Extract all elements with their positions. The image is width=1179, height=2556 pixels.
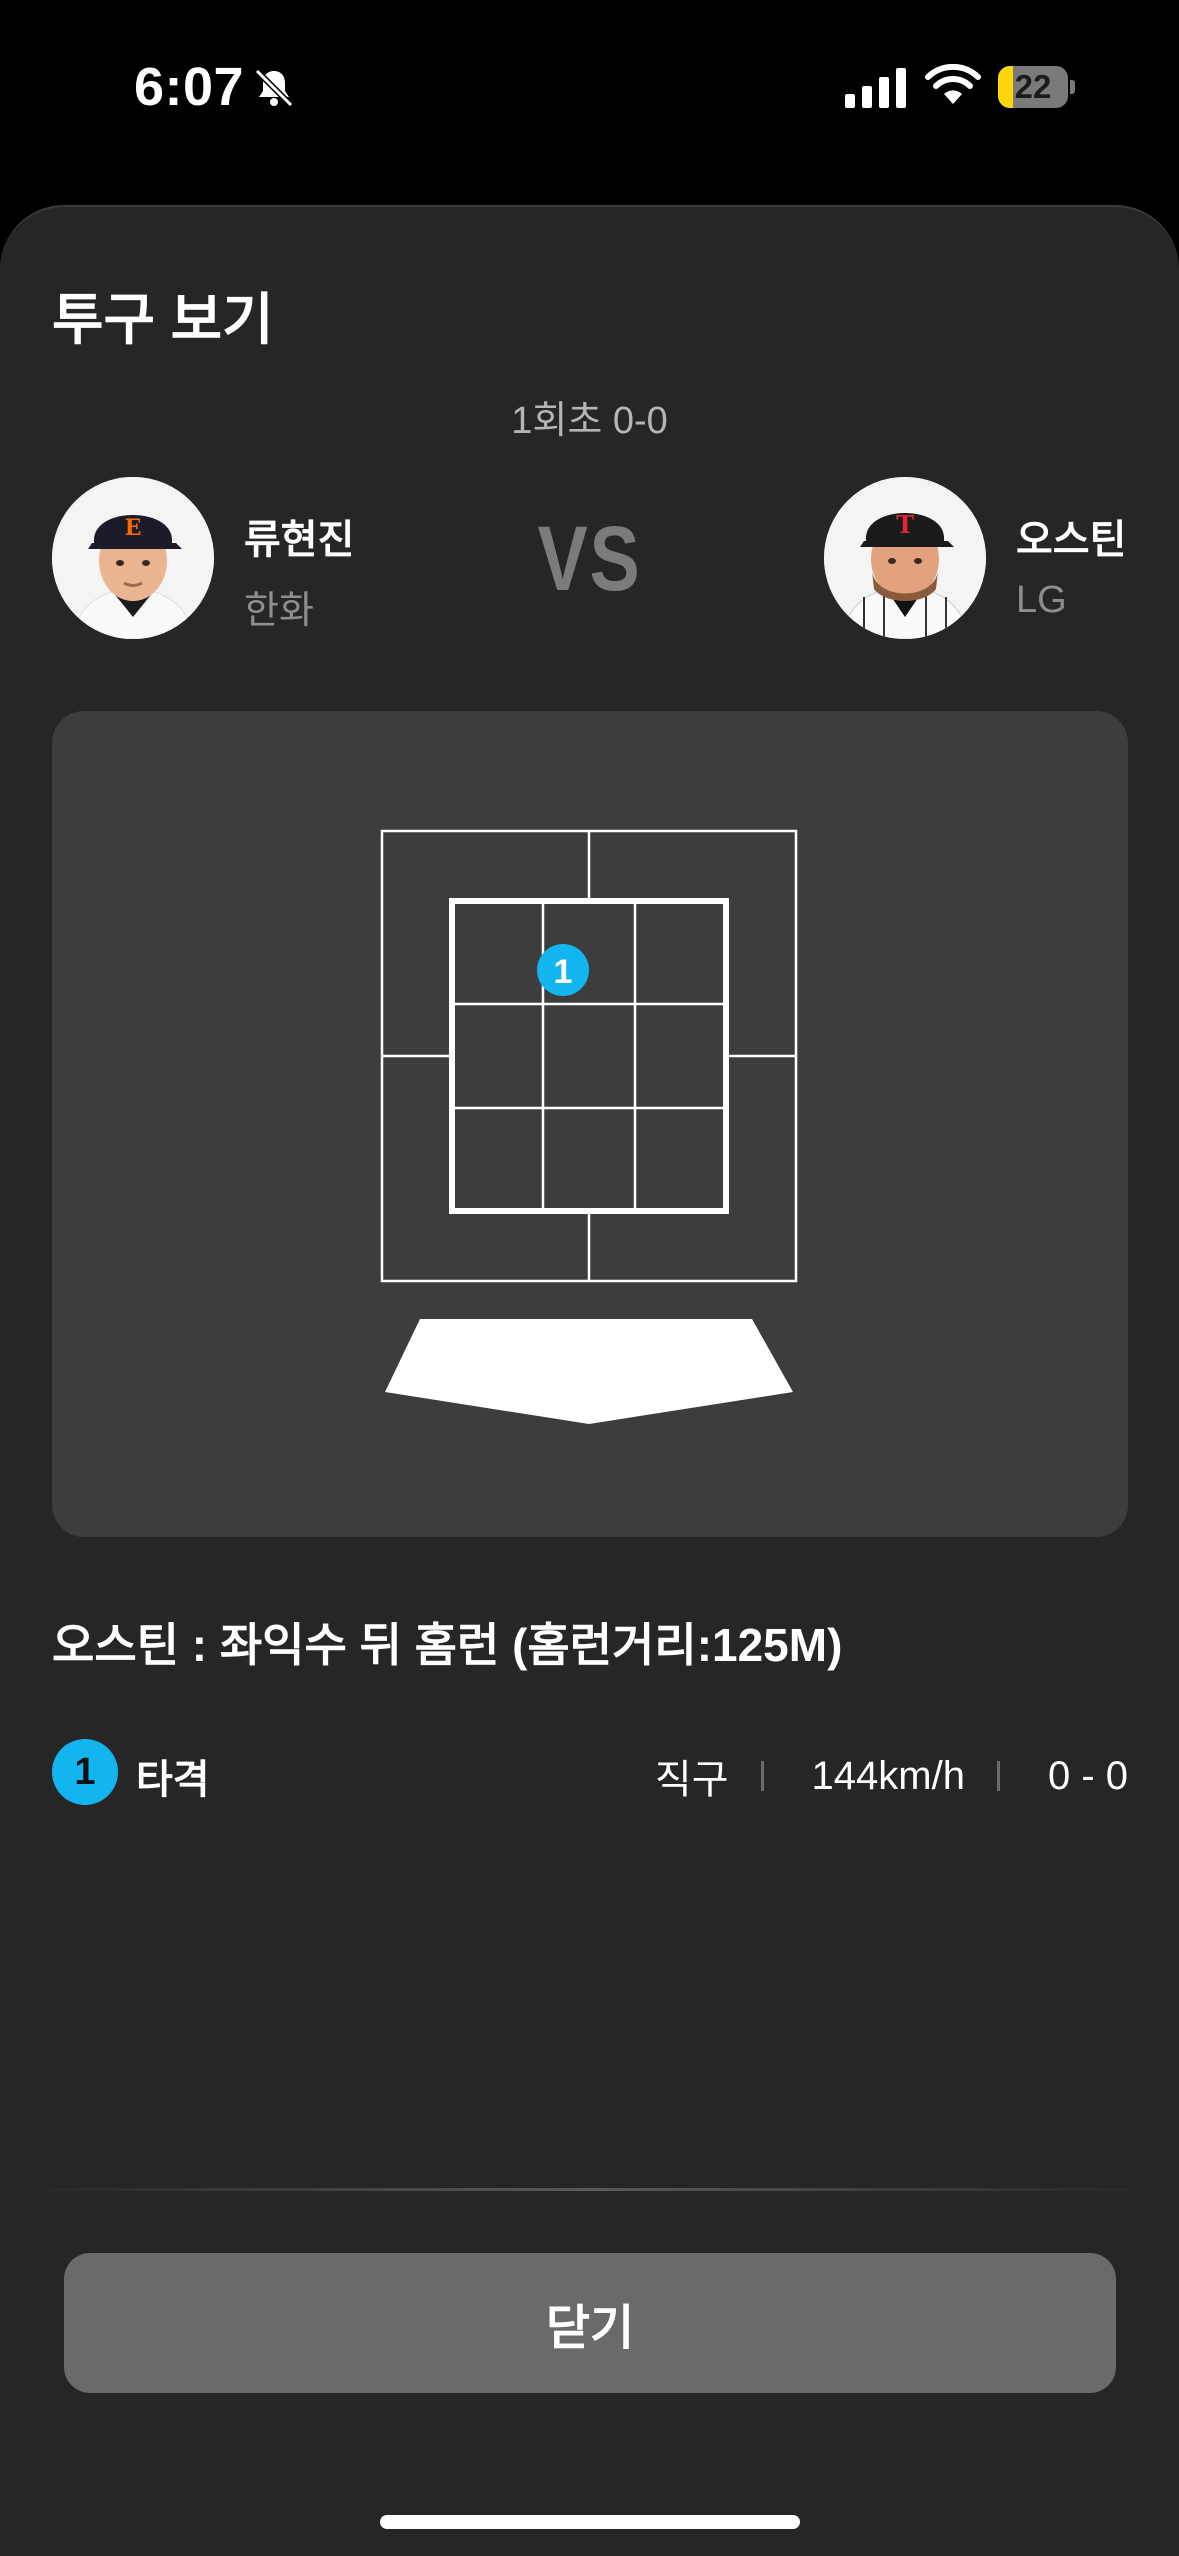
- wifi-icon: [925, 64, 981, 104]
- pitch-number-badge: 1: [52, 1739, 118, 1805]
- batter-photo: T: [824, 477, 986, 639]
- home-indicator[interactable]: [380, 2515, 800, 2529]
- pitch-view-sheet: 투구 보기 1회초 0-0 E 류현진 한화 VS T 오스틴 LG 1 오스틴…: [0, 205, 1179, 2556]
- batter-info[interactable]: T 오스틴 LG: [824, 477, 1144, 647]
- cellular-signal-icon: [845, 68, 906, 108]
- strike-zone-diagram: 1: [380, 829, 798, 1424]
- pitch-list-item[interactable]: 1 타격 직구 144km/h 0 - 0: [52, 1737, 1128, 1807]
- separator: [996, 1761, 1000, 1791]
- inning-score: 1회초 0-0: [511, 400, 668, 442]
- batter-avatar: T: [824, 477, 986, 639]
- close-button[interactable]: 닫기: [64, 2253, 1116, 2393]
- home-plate: [385, 1319, 793, 1424]
- pitch-marker[interactable]: 1: [537, 944, 589, 996]
- pitch-result-label: 타격: [136, 1758, 210, 1802]
- pitch-type: 직구: [654, 1758, 729, 1802]
- strike-zone-panel: 1: [52, 711, 1128, 1537]
- status-bar: 6:07 22: [0, 0, 1179, 175]
- pitch-marker-number: 1: [554, 953, 573, 991]
- batter-team: LG: [1016, 579, 1067, 621]
- svg-text:T: T: [896, 510, 914, 539]
- battery-icon: 22: [998, 66, 1075, 108]
- pitch-count: 0 - 0: [1047, 1753, 1128, 1798]
- sheet-title: 투구 보기: [52, 288, 274, 351]
- status-time: 6:07: [134, 57, 245, 117]
- divider: [20, 2188, 1160, 2191]
- at-bat-result: 오스틴 : 좌익수 뒤 홈런 (홈런거리:125M): [52, 1619, 843, 1671]
- strike-zone-border: [449, 898, 729, 1214]
- battery-level: 22: [1014, 68, 1052, 105]
- batter-name: 오스틴: [1016, 518, 1127, 562]
- bell-slash-icon: [254, 68, 294, 108]
- separator: [760, 1761, 764, 1791]
- pitch-speed: 144km/h: [811, 1753, 965, 1798]
